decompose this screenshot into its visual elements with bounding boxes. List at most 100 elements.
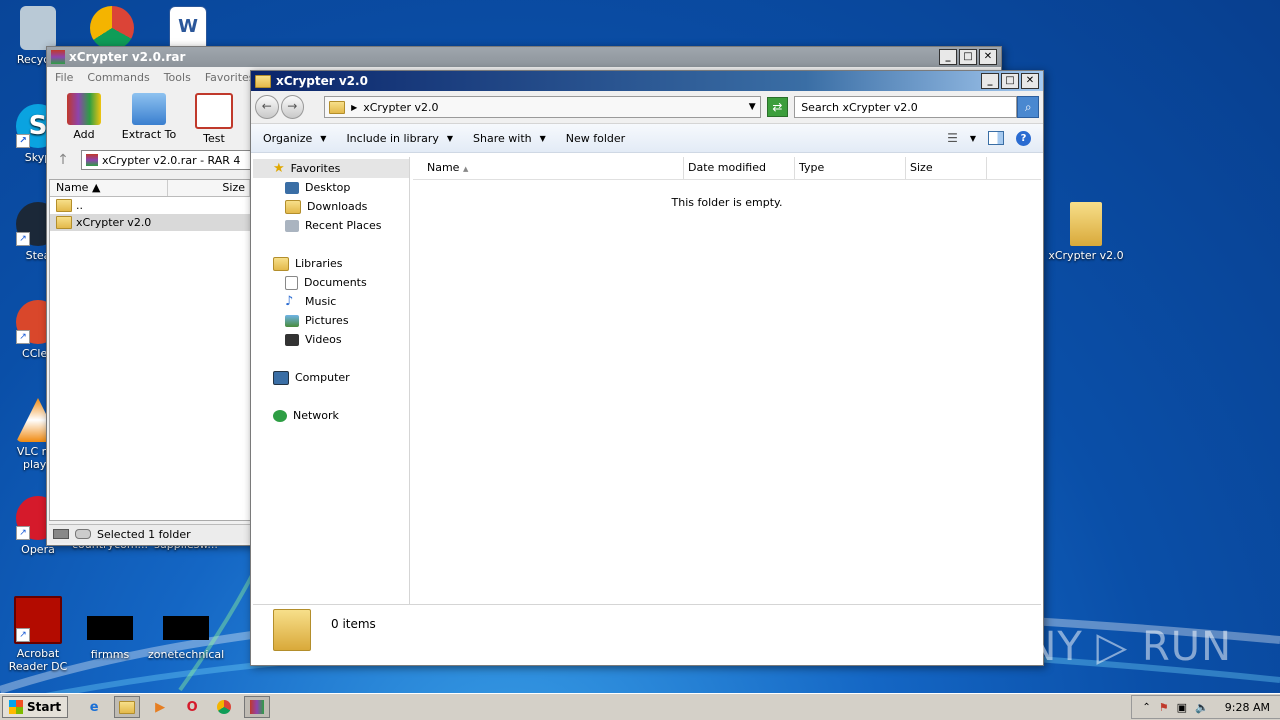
details-pane: 0 items bbox=[253, 604, 1041, 663]
preview-pane-icon[interactable] bbox=[988, 131, 1004, 145]
back-button[interactable]: ← bbox=[255, 95, 279, 119]
redacted-thumbnail bbox=[87, 616, 133, 640]
nav-item-downloads[interactable]: Downloads bbox=[253, 197, 409, 216]
start-button[interactable]: Start bbox=[2, 696, 69, 718]
menu-tools[interactable]: Tools bbox=[164, 71, 191, 84]
maximize-button[interactable]: □ bbox=[1001, 73, 1019, 89]
column-header-date-modified[interactable]: Date modified bbox=[684, 157, 795, 179]
menu-file[interactable]: File bbox=[55, 71, 73, 84]
up-arrow-icon[interactable]: ↑ bbox=[51, 152, 75, 168]
network-tray-icon[interactable]: ▣ bbox=[1177, 701, 1187, 714]
taskbar: Start e ▶ O ⌃ ⚑ ▣ 🔈 9:28 AM bbox=[0, 693, 1280, 720]
chevron-down-icon[interactable]: ▼ bbox=[749, 102, 756, 112]
nav-label: Network bbox=[293, 409, 339, 422]
desktop-icon-xcrypter-folder[interactable]: xCrypter v2.0 bbox=[1048, 202, 1124, 262]
maximize-button[interactable]: □ bbox=[959, 49, 977, 65]
organize-button[interactable]: Organize ▼ bbox=[263, 132, 326, 145]
column-header-size[interactable]: Size bbox=[168, 180, 250, 196]
media-player-icon[interactable]: ▶ bbox=[148, 697, 172, 717]
search-placeholder: Search xCrypter v2.0 bbox=[801, 100, 918, 114]
desktop-icon-zonetechnical[interactable]: zonetechnical bbox=[148, 606, 224, 661]
nav-item-pictures[interactable]: Pictures bbox=[253, 311, 409, 330]
desktop-icon-label: zonetechnical bbox=[148, 648, 225, 661]
search-input[interactable]: Search xCrypter v2.0 bbox=[794, 96, 1018, 118]
winrar-taskbar-icon[interactable] bbox=[244, 696, 271, 718]
winrar-icon bbox=[250, 700, 265, 714]
help-icon[interactable]: ? bbox=[1016, 130, 1031, 146]
column-header-name[interactable]: Name ▲ bbox=[413, 157, 684, 179]
desktop-icon-label: firmms bbox=[90, 648, 130, 661]
clock[interactable]: 9:28 AM bbox=[1225, 701, 1270, 714]
chrome-taskbar-icon[interactable] bbox=[212, 697, 236, 717]
archive-file-list[interactable]: Name ▲ Size .. xCrypter v2.0 bbox=[49, 179, 251, 521]
desktop-icon-acrobat[interactable]: ↗ Acrobat Reader DC bbox=[0, 596, 76, 673]
close-button[interactable]: ✕ bbox=[979, 49, 997, 65]
nav-favorites[interactable]: ★ Favorites bbox=[253, 159, 409, 178]
explorer-titlebar[interactable]: xCrypter v2.0 _ □ ✕ bbox=[251, 71, 1043, 91]
extract-to-button[interactable]: Extract To bbox=[119, 93, 179, 145]
archive-path-text: xCrypter v2.0.rar - RAR 4 bbox=[102, 153, 241, 167]
column-header-size[interactable]: Size bbox=[906, 157, 987, 179]
nav-label: Pictures bbox=[305, 314, 349, 327]
nav-computer[interactable]: Computer bbox=[253, 368, 409, 387]
show-hidden-icons-chevron-icon[interactable]: ⌃ bbox=[1142, 702, 1150, 713]
share-with-button[interactable]: Share with ▼ bbox=[473, 132, 546, 145]
desktop-icon-firmms[interactable]: firmms bbox=[72, 606, 148, 661]
new-folder-button[interactable]: New folder bbox=[566, 132, 625, 145]
chrome-icon bbox=[217, 700, 232, 714]
refresh-button[interactable]: ⇄ bbox=[766, 97, 789, 117]
column-header-type[interactable]: Type bbox=[795, 157, 906, 179]
nav-network[interactable]: Network bbox=[253, 406, 409, 425]
nav-label: Recent Places bbox=[305, 219, 382, 232]
breadcrumb-arrow-icon: ▶ bbox=[351, 102, 358, 112]
shortcut-arrow-icon: ↗ bbox=[16, 134, 30, 148]
empty-folder-message: This folder is empty. bbox=[671, 196, 783, 209]
column-label: Name bbox=[427, 161, 460, 174]
include-in-library-button[interactable]: Include in library ▼ bbox=[346, 132, 453, 145]
window-title: xCrypter v2.0 bbox=[276, 74, 368, 88]
windows-logo-icon bbox=[9, 700, 23, 714]
address-bar[interactable]: ▶ xCrypter v2.0 ▼ bbox=[324, 96, 761, 118]
item-count: 0 items bbox=[331, 617, 376, 631]
menu-favorites[interactable]: Favorites bbox=[205, 71, 255, 84]
forward-button[interactable]: → bbox=[280, 95, 305, 119]
chevron-down-icon: ▼ bbox=[320, 133, 327, 143]
column-size-label: Size bbox=[222, 181, 245, 194]
nav-item-desktop[interactable]: Desktop bbox=[253, 178, 409, 197]
minimize-button[interactable]: _ bbox=[981, 73, 999, 89]
file-list-header: Name ▲ Size bbox=[50, 180, 250, 197]
downloads-folder-icon bbox=[285, 199, 301, 214]
nav-item-music[interactable]: ♪ Music bbox=[253, 292, 409, 311]
table-row[interactable]: xCrypter v2.0 bbox=[50, 214, 250, 231]
test-button[interactable]: Test bbox=[189, 93, 239, 145]
folder-icon bbox=[1070, 202, 1102, 246]
table-row[interactable]: .. bbox=[50, 197, 250, 214]
chrome-icon bbox=[90, 6, 134, 50]
file-explorer-taskbar-icon[interactable] bbox=[114, 696, 141, 718]
menu-commands[interactable]: Commands bbox=[87, 71, 149, 84]
shortcut-arrow-icon: ↗ bbox=[16, 330, 30, 344]
chevron-down-icon[interactable]: ▼ bbox=[970, 134, 976, 143]
volume-speaker-icon[interactable]: 🔈 bbox=[1195, 701, 1209, 714]
action-center-flag-icon[interactable]: ⚑ bbox=[1159, 701, 1169, 714]
explorer-window[interactable]: xCrypter v2.0 _ □ ✕ ← → ▶ xCrypter v2.0 … bbox=[250, 70, 1044, 666]
nav-item-documents[interactable]: Documents bbox=[253, 273, 409, 292]
new-folder-label: New folder bbox=[565, 131, 626, 145]
close-button[interactable]: ✕ bbox=[1021, 73, 1039, 89]
nav-item-recent-places[interactable]: Recent Places bbox=[253, 216, 409, 235]
nav-libraries[interactable]: Libraries bbox=[253, 254, 409, 273]
column-header-name[interactable]: Name ▲ bbox=[50, 180, 168, 196]
acrobat-reader-icon: ↗ bbox=[14, 596, 62, 644]
breadcrumb[interactable]: xCrypter v2.0 bbox=[363, 101, 438, 114]
search-icon[interactable]: ⌕ bbox=[1017, 96, 1040, 118]
nav-item-videos[interactable]: Videos bbox=[253, 330, 409, 349]
opera-taskbar-icon[interactable]: O bbox=[180, 697, 204, 717]
organize-label: Organize bbox=[263, 131, 313, 145]
winrar-titlebar[interactable]: xCrypter v2.0.rar _ □ ✕ bbox=[47, 47, 1001, 67]
file-list-pane[interactable]: Name ▲ Date modified Type Size This fold… bbox=[413, 157, 1041, 609]
minimize-button[interactable]: _ bbox=[939, 49, 957, 65]
folder-icon bbox=[56, 199, 72, 212]
view-options-icon[interactable]: ☰ bbox=[947, 131, 958, 145]
add-button[interactable]: Add bbox=[59, 93, 109, 145]
internet-explorer-icon[interactable]: e bbox=[82, 697, 106, 717]
